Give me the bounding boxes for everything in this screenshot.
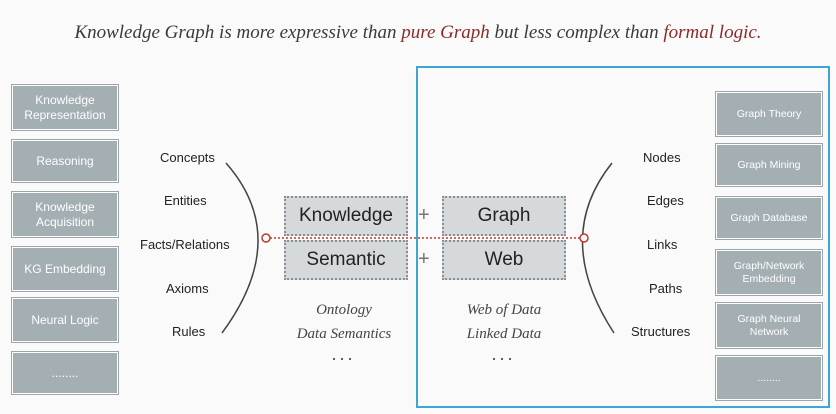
text-linked-data: Linked Data — [466, 326, 542, 342]
label-nodes: Nodes — [643, 150, 681, 165]
right-curve — [581, 162, 615, 334]
box-semantic: Semantic — [284, 240, 408, 280]
right-node — [579, 233, 589, 243]
plus-bottom: + — [418, 248, 430, 270]
label-entities: Entities — [164, 193, 207, 208]
label-rules: Rules — [172, 324, 206, 339]
box-knowledge: Knowledge — [284, 196, 408, 236]
label-edges: Edges — [647, 193, 684, 208]
label-axioms: Axioms — [166, 281, 209, 296]
plus-top: + — [418, 204, 430, 226]
text-ontology: Ontology — [316, 302, 372, 318]
label-facts-relations: Facts/Relations — [140, 237, 230, 252]
label-links: Links — [647, 237, 678, 252]
ellipsis-right: ··· — [491, 348, 515, 368]
label-concepts: Concepts — [160, 150, 215, 165]
box-graph: Graph — [442, 196, 566, 236]
box-web: Web — [442, 240, 566, 280]
left-node — [261, 233, 271, 243]
text-web-of-data: Web of Data — [466, 302, 542, 318]
label-structures: Structures — [631, 324, 691, 339]
text-data-semantics: Data Semantics — [296, 326, 392, 342]
label-paths: Paths — [649, 281, 683, 296]
ellipsis-left: ··· — [331, 348, 355, 368]
